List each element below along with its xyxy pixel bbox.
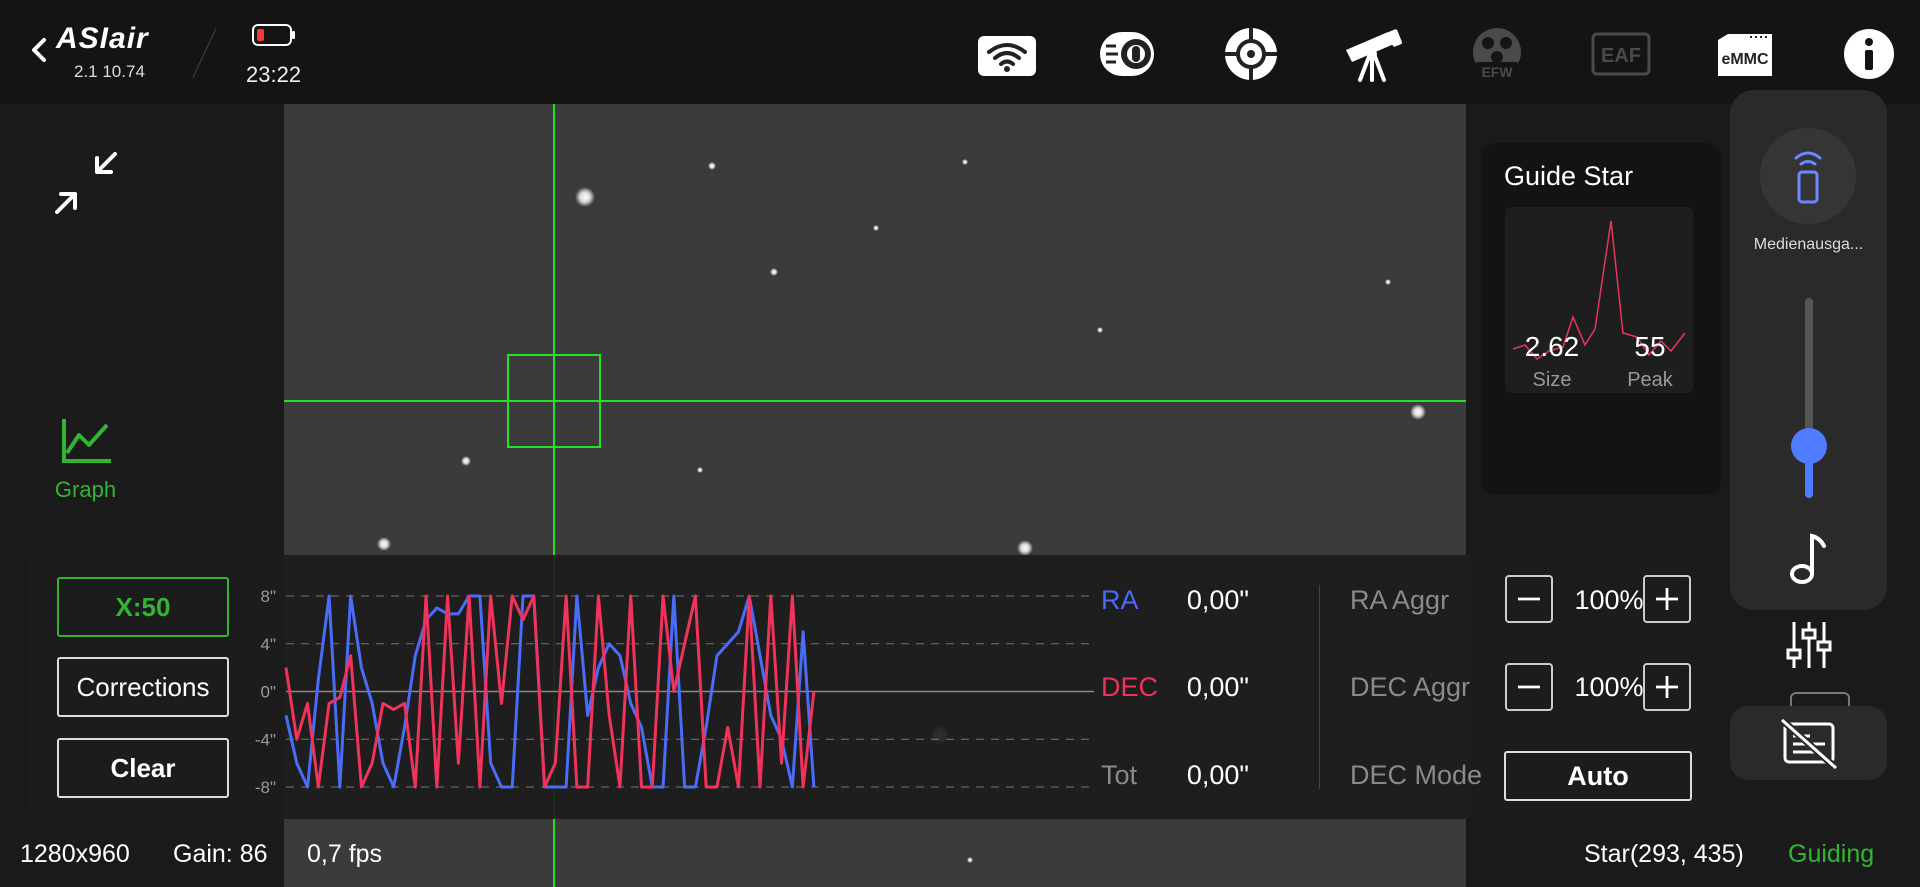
app-logo: ASIair — [56, 22, 149, 55]
top-bar: ASIair 2.1 10.74 23:22 EFW EAF eMMC — [0, 0, 1920, 104]
y-tick-label: 0" — [261, 683, 277, 702]
header-divider — [192, 28, 218, 78]
emmc-icon[interactable]: eMMC — [1714, 26, 1776, 82]
guiding-error-chart: 8" 4" 0" -4" -8" — [255, 587, 1094, 797]
efw-icon[interactable]: EFW — [1466, 26, 1528, 82]
eaf-label: EAF — [1601, 45, 1641, 67]
camera-icon[interactable] — [1096, 26, 1158, 82]
sound-settings-icon[interactable] — [1786, 620, 1832, 670]
emmc-label: eMMC — [1721, 51, 1769, 68]
y-tick-label: 8" — [261, 587, 277, 606]
media-volume-overlay: Medienausga... — [1730, 90, 1887, 610]
status-fps: 0,7 fps — [307, 840, 383, 868]
status-resolution: 1280x960 — [20, 840, 130, 868]
star-size-label: Size — [1532, 369, 1572, 391]
guide-graph-panel: X:50 Corrections Clear 8" 4" 0" -4" -8" RA 0… — [29, 555, 1721, 819]
media-output-button[interactable] — [1760, 128, 1856, 224]
star-size-stat: 2.62 Size — [1507, 331, 1597, 392]
dec-value: 0,00" — [1186, 672, 1249, 702]
star-peak-value: 55 — [1634, 331, 1666, 362]
guide-star-panel: Guide Star 2.62 Size 55 Peak — [1481, 143, 1721, 495]
live-caption-button[interactable] — [1730, 706, 1887, 780]
clock-time: 23:22 — [246, 62, 302, 87]
ra-aggr-decrease-button[interactable] — [1505, 575, 1553, 623]
guide-star-title: Guide Star — [1504, 161, 1634, 191]
panel-divider — [1319, 585, 1320, 789]
telescope-icon[interactable] — [1342, 26, 1404, 82]
star-peak-stat: 55 Peak — [1605, 331, 1695, 392]
status-guiding-state: Guiding — [1788, 840, 1875, 868]
graph-button-label: Graph — [54, 477, 117, 502]
minus-icon — [1518, 597, 1540, 601]
eaf-icon[interactable]: EAF — [1590, 26, 1652, 82]
guide-scope-icon[interactable] — [1220, 26, 1282, 82]
status-gain: Gain: 86 — [173, 840, 268, 868]
y-tick-label: -4" — [255, 730, 276, 749]
exit-fullscreen-button[interactable] — [29, 132, 142, 236]
back-chevron-icon[interactable] — [24, 30, 54, 70]
clear-button[interactable]: Clear — [57, 738, 229, 798]
shrink-arrows-icon — [55, 152, 117, 214]
volume-slider-thumb[interactable] — [1791, 428, 1827, 464]
plus-icon — [1656, 676, 1678, 698]
caption-off-icon — [1779, 717, 1839, 771]
media-output-label: Medienausga... — [1753, 236, 1864, 253]
status-star-position: Star(293, 435) — [1584, 840, 1744, 868]
ra-value: 0,00" — [1186, 585, 1249, 615]
dec-mode-label: DEC Mode — [1350, 760, 1483, 790]
minus-icon — [1518, 685, 1540, 689]
music-note-icon[interactable] — [1788, 530, 1830, 586]
dec-aggr-increase-button[interactable] — [1643, 663, 1691, 711]
graph-toggle-button[interactable]: Graph — [29, 405, 142, 517]
wifi-icon[interactable] — [976, 26, 1038, 82]
dec-aggr-value: 100% — [1574, 672, 1644, 702]
corrections-button[interactable]: Corrections — [57, 657, 229, 717]
efw-label: EFW — [1481, 64, 1513, 80]
app-version: 2.1 10.74 — [74, 62, 145, 81]
info-icon[interactable] — [1838, 26, 1900, 82]
y-tick-label: -8" — [255, 778, 276, 797]
chart-y-ticks: 8" 4" 0" -4" -8" — [255, 587, 276, 797]
dec-mode-dropdown[interactable]: Auto — [1504, 751, 1692, 801]
media-output-icon — [1794, 151, 1822, 204]
star-size-value: 2.62 — [1524, 331, 1580, 362]
dec-aggr-label: DEC Aggr — [1350, 672, 1471, 702]
ra-aggr-increase-button[interactable] — [1643, 575, 1691, 623]
ra-aggr-value: 100% — [1574, 585, 1644, 615]
dec-aggr-decrease-button[interactable] — [1505, 663, 1553, 711]
battery-low-icon — [252, 24, 295, 46]
y-tick-label: 4" — [261, 635, 277, 654]
plus-icon — [1656, 588, 1678, 610]
star-peak-label: Peak — [1627, 369, 1673, 391]
x-scale-button[interactable]: X:50 — [57, 577, 229, 637]
tot-value: 0,00" — [1186, 760, 1249, 790]
ra-aggr-label: RA Aggr — [1350, 585, 1450, 615]
